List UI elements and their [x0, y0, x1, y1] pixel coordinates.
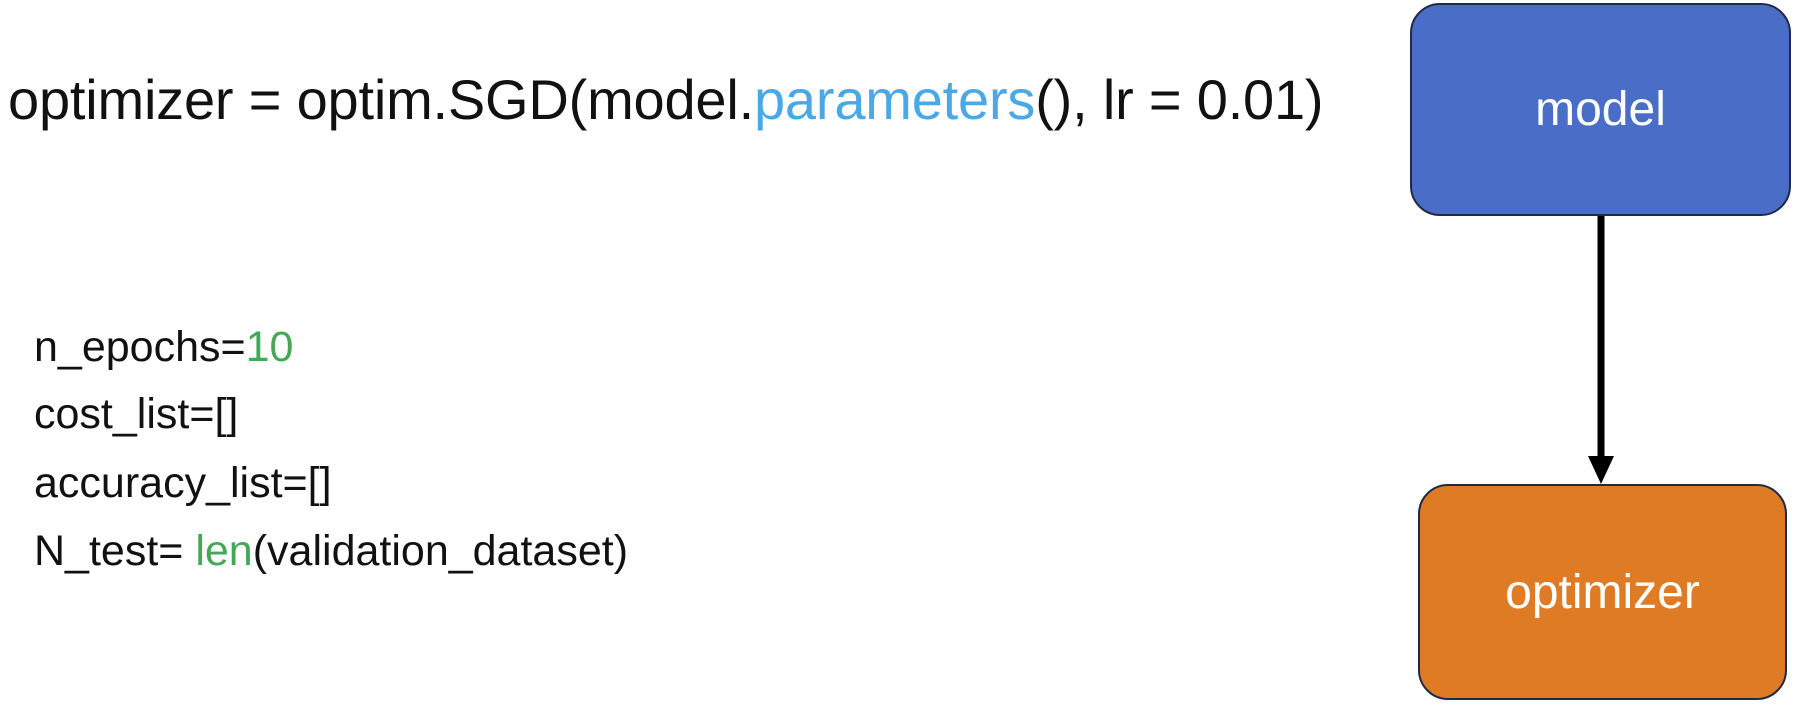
optimizer-node: optimizer: [1418, 484, 1787, 700]
model-node-label: model: [1535, 83, 1666, 136]
arrow-head: [1588, 456, 1614, 484]
model-node: model: [1410, 3, 1791, 216]
optimizer-node-label: optimizer: [1505, 565, 1700, 619]
